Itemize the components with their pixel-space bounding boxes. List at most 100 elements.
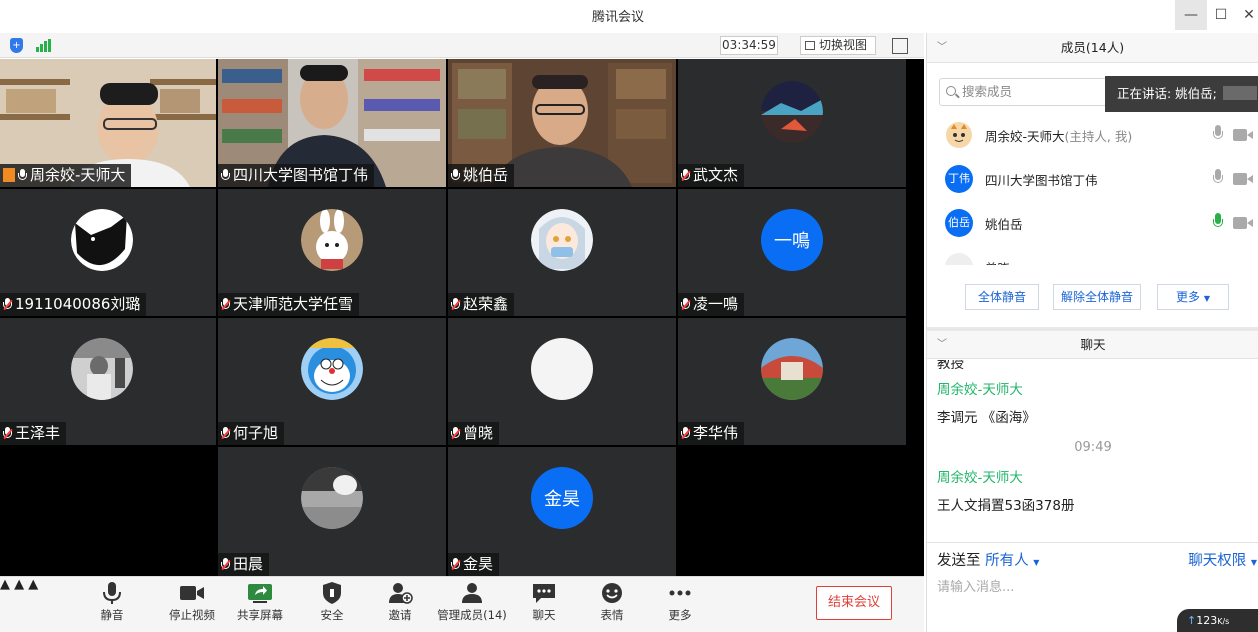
mic-muted-icon	[451, 298, 461, 311]
net-speed-value: 123	[1196, 614, 1218, 627]
video-tile[interactable]: 四川大学图书馆丁伟	[218, 59, 446, 187]
participant-name: 田晨	[233, 555, 264, 573]
mute-button[interactable]: 静音	[92, 581, 132, 629]
send-to-selector[interactable]: 发送至 所有人 ▼	[937, 549, 1039, 570]
member-name: 曾晓	[985, 258, 1010, 265]
member-camera-icon[interactable]	[1233, 129, 1255, 141]
meeting-toolbar: 静音 ▲ 停止视频 ▲ 共享屏幕 ▲ 安全 邀请 管理成员(14) 聊天 表情 …	[0, 576, 924, 632]
participant-label: 曾晓	[448, 422, 500, 445]
member-row[interactable]: 曾晓	[927, 245, 1258, 265]
member-mic-icon[interactable]	[1213, 125, 1223, 143]
mute-label: 静音	[100, 608, 124, 622]
participant-label: 田晨	[218, 553, 270, 576]
invite-button[interactable]: 邀请	[380, 581, 420, 629]
shield-icon	[323, 582, 341, 604]
search-icon	[946, 86, 956, 96]
member-avatar	[945, 253, 973, 265]
chat-messages: 教授 周余姣-天师大 李调元 《函海》 09:49 周余姣-天师大 王人文捐置5…	[927, 360, 1258, 542]
video-tile[interactable]: 金昊 金昊	[448, 447, 676, 576]
share-options-caret-icon[interactable]: ▲	[28, 577, 38, 592]
member-mic-active-icon[interactable]	[1213, 213, 1223, 231]
member-name: 四川大学图书馆丁伟	[985, 173, 1098, 188]
video-tile[interactable]: 武文杰	[678, 59, 906, 187]
participant-avatar: 一鳴	[761, 209, 823, 271]
member-row[interactable]: 伯岳 姚伯岳	[927, 201, 1258, 245]
mute-all-button[interactable]: 全体静音	[965, 284, 1039, 310]
mic-muted-icon	[3, 298, 13, 311]
stop-video-button[interactable]: 停止视频	[166, 581, 218, 629]
video-tile[interactable]: 1911040086刘璐	[0, 189, 216, 316]
close-button[interactable]: ✕	[1233, 0, 1258, 30]
send-to-label: 发送至	[937, 553, 981, 569]
participant-label: 凌一鳴	[678, 293, 745, 316]
chat-sender: 周余姣-天师大	[937, 470, 1023, 486]
add-user-icon	[389, 583, 413, 604]
mic-muted-icon	[221, 558, 231, 571]
video-tile[interactable]: 田晨	[218, 447, 446, 576]
dropdown-caret-icon: ▼	[1250, 558, 1257, 567]
participant-name: 何子旭	[233, 424, 279, 442]
manage-members-button[interactable]: 管理成员(14)	[436, 581, 508, 629]
more-button[interactable]: 更多	[660, 581, 700, 629]
title-bar: 腾讯会议 — ☐ ✕	[0, 0, 1258, 30]
network-signal-icon[interactable]	[36, 39, 52, 52]
video-options-caret-icon[interactable]: ▲	[14, 577, 24, 592]
participant-label: 姚伯岳	[448, 164, 515, 187]
participant-avatar	[531, 338, 593, 400]
participant-name: 天津师范大学任雪	[233, 295, 354, 313]
video-tile[interactable]: 周余姣-天师大	[0, 59, 216, 187]
window-title: 腾讯会议	[591, 10, 644, 25]
fullscreen-icon[interactable]	[892, 38, 908, 54]
members-panel-header[interactable]: ﹀ 成员(14人)	[927, 33, 1258, 63]
chat-permission-button[interactable]: 聊天权限 ▼	[1188, 549, 1257, 570]
collapse-chevron-icon[interactable]: ﹀	[937, 331, 947, 359]
net-speed-unit: K/s	[1217, 617, 1230, 626]
chat-message-text: 李调元 《函海》	[937, 410, 1036, 426]
participant-name: 周余姣-天师大	[30, 166, 126, 184]
video-grid: 周余姣-天师大 四川大学图书馆丁伟 姚伯岳 武文杰 1911040086刘璐 天…	[0, 59, 924, 576]
member-row[interactable]: 周余姣-天师大(主持人, 我)	[927, 113, 1258, 157]
member-mic-icon[interactable]	[1213, 169, 1223, 187]
participant-avatar	[71, 338, 133, 400]
unmute-all-button[interactable]: 解除全体静音	[1053, 284, 1141, 310]
member-camera-icon[interactable]	[1233, 217, 1255, 229]
video-tile[interactable]: 赵荣鑫	[448, 189, 676, 316]
video-tile[interactable]: 一鳴 凌一鳴	[678, 189, 906, 316]
members-icon	[462, 583, 482, 603]
video-tile[interactable]: 何子旭	[218, 318, 446, 445]
minimize-button[interactable]: —	[1175, 0, 1207, 30]
chat-button[interactable]: 聊天	[524, 581, 564, 629]
chat-compose: 发送至 所有人 ▼ 聊天权限 ▼ 请输入消息... ↑123K/s	[927, 542, 1258, 632]
chat-message-text: 王人文捐置53函378册	[937, 498, 1075, 514]
member-camera-icon[interactable]	[1233, 173, 1255, 185]
video-tile[interactable]: 天津师范大学任雪	[218, 189, 446, 316]
video-tile[interactable]: 曾晓	[448, 318, 676, 445]
host-icon	[3, 168, 15, 182]
emoji-label: 表情	[600, 608, 624, 622]
participant-avatar	[531, 209, 593, 271]
dropdown-caret-icon: ▼	[1033, 558, 1040, 567]
video-tile-active-speaker[interactable]: 姚伯岳	[448, 59, 676, 187]
video-status-bar: + 03:34:59 切换视图	[0, 33, 924, 58]
more-dots-icon	[669, 590, 691, 596]
security-button[interactable]: 安全	[312, 581, 352, 629]
end-meeting-button[interactable]: 结束会议	[816, 586, 892, 620]
member-row[interactable]: 丁伟 四川大学图书馆丁伟	[927, 157, 1258, 201]
video-tile[interactable]: 李华伟	[678, 318, 906, 445]
collapse-chevron-icon[interactable]: ﹀	[937, 33, 947, 63]
members-more-label: 更多	[1176, 290, 1201, 304]
members-more-button[interactable]: 更多 ▼	[1157, 284, 1229, 310]
chat-panel-header[interactable]: ﹀ 聊天	[927, 331, 1258, 359]
chat-message-input[interactable]: 请输入消息...	[937, 576, 1014, 595]
send-to-target[interactable]: 所有人	[985, 553, 1029, 569]
security-shield-icon[interactable]: +	[10, 38, 23, 53]
participant-label: 金昊	[448, 553, 500, 576]
switch-view-button[interactable]: 切换视图	[800, 36, 876, 55]
audio-options-caret-icon[interactable]: ▲	[0, 577, 10, 592]
share-screen-button[interactable]: 共享屏幕	[234, 581, 286, 629]
member-avatar: 伯岳	[945, 209, 973, 237]
video-tile[interactable]: 王泽丰	[0, 318, 216, 445]
mic-muted-icon	[451, 558, 461, 571]
member-name: 姚伯岳	[985, 217, 1023, 232]
emoji-button[interactable]: 表情	[592, 581, 632, 629]
